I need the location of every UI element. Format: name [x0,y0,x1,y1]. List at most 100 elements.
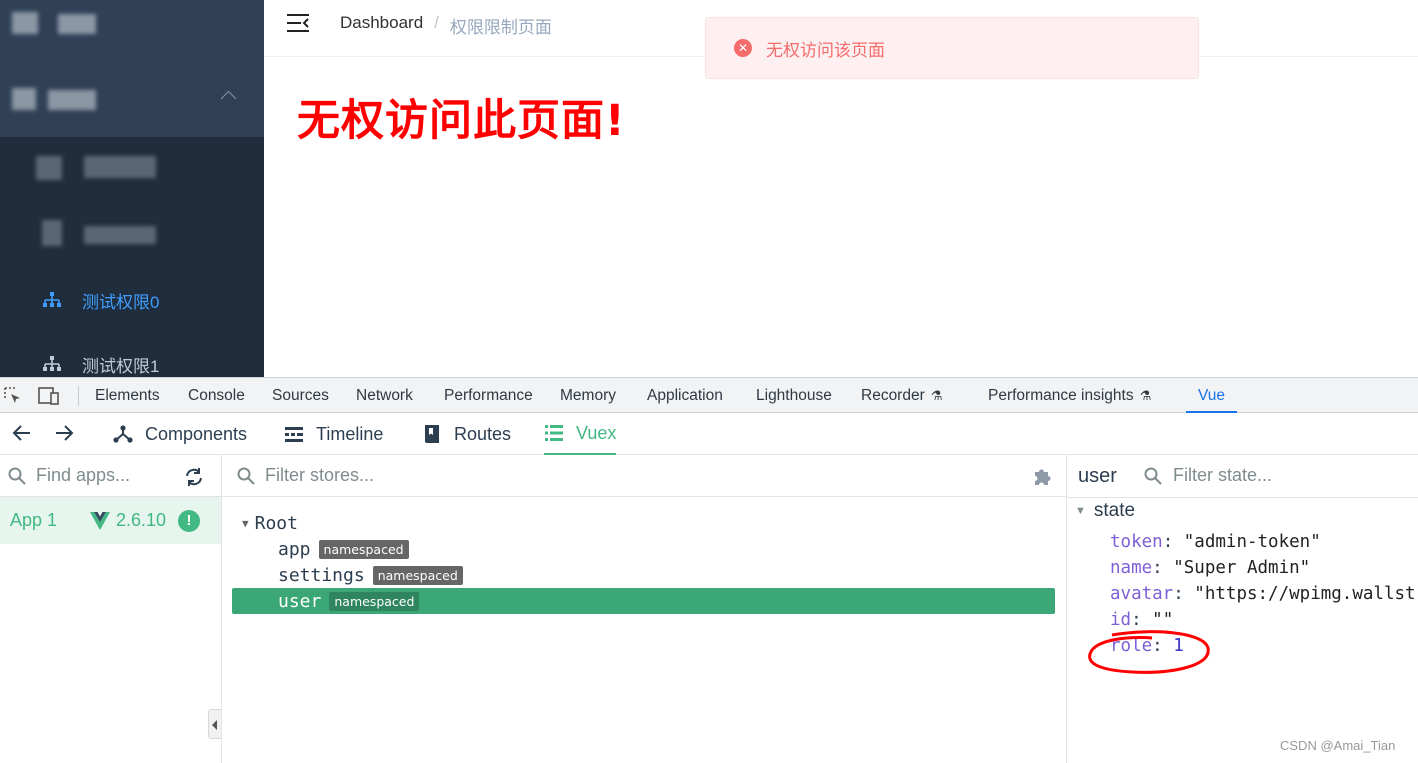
vue-tab-label: Vuex [576,422,617,443]
back-arrow-icon[interactable] [12,424,32,442]
module-name: app [278,538,311,560]
namespaced-badge: namespaced [318,539,409,559]
store-module-app[interactable]: app namespaced [232,536,1055,562]
blurred-logo [12,12,38,34]
breadcrumb: Dashboard / 权限限制页面 [340,13,552,38]
device-toolbar-icon[interactable] [38,387,60,405]
red-hand-drawn-circle-annotation [1088,630,1210,674]
app-version-text: 2.6.10 [116,510,167,530]
sidebar-header [0,0,264,137]
store-module-settings[interactable]: settings namespaced [232,562,1055,588]
sitemap-icon [43,356,61,371]
state-value: "" [1152,610,1174,630]
flask-icon: ⚗ [930,388,943,403]
book-icon [425,425,439,443]
stores-search-input[interactable]: Filter stores... [265,465,374,486]
app-version: 2.6.10 [90,510,166,531]
tab-lighthouse[interactable]: Lighthouse [756,378,832,413]
hamburger-menu-icon[interactable] [286,12,310,34]
tab-recorder-label: Recorder [861,387,925,404]
breadcrumb-dashboard[interactable]: Dashboard [340,13,423,38]
tab-sources[interactable]: Sources [272,378,329,413]
tab-memory[interactable]: Memory [560,378,616,413]
state-entry-token[interactable]: token: "admin-token" [1110,532,1321,552]
divider [78,386,79,406]
sidebar-item-permission-0[interactable]: 测试权限0 [0,275,264,325]
sidebar-item-permission-1[interactable]: 测试权限1 [0,339,264,377]
watermark: CSDN @Amai_Tian [1280,738,1396,753]
state-entry-avatar[interactable]: avatar: "https://wpimg.wallst [1110,584,1416,604]
vue-tab-components[interactable]: Components [113,413,247,455]
search-icon [8,467,26,485]
tab-performance-insights-label: Performance insights [988,387,1134,404]
blurred-icon [36,156,62,180]
toast-message: 无权访问该页面 [766,40,885,60]
collapse-pane-handle[interactable] [208,709,221,739]
apps-pane: Find apps... App 1 2.6.10 ! [0,455,222,763]
sidebar: 测试权限0 测试权限1 [0,0,264,377]
stores-search[interactable]: Filter stores... [222,455,1066,497]
expand-triangle-icon[interactable]: ▼ [1075,505,1086,517]
chevron-up-icon[interactable] [220,90,237,107]
sidebar-item-label: 测试权限0 [82,292,160,312]
search-icon [237,467,255,485]
divider [1067,497,1418,498]
blurred-icon [42,220,62,246]
blurred-text [58,14,96,34]
module-name: settings [278,564,365,586]
tab-application[interactable]: Application [647,378,723,413]
vue-logo-icon [90,511,110,530]
tab-console[interactable]: Console [188,378,245,413]
store-module-user[interactable]: user namespaced [232,588,1055,614]
state-search-input[interactable]: Filter state... [1173,465,1272,486]
tab-recorder[interactable]: Recorder ⚗ [861,378,942,413]
state-entry-id[interactable]: id: "" [1110,610,1173,630]
state-key: name [1110,558,1153,578]
search-icon [1144,467,1162,485]
state-key: avatar [1110,584,1174,604]
refresh-icon[interactable] [184,467,204,487]
close-circle-icon: ✕ [734,39,752,57]
state-inspector-pane: user Filter state... ▼ state token: "adm… [1067,455,1418,763]
tab-performance[interactable]: Performance [444,378,533,413]
sidebar-item-label: 测试权限1 [82,356,160,376]
puzzle-icon[interactable] [1032,466,1054,488]
tab-performance-insights[interactable]: Performance insights ⚗ [988,378,1151,413]
vue-tab-timeline[interactable]: Timeline [284,413,383,455]
selected-store-name: user [1078,465,1117,487]
tab-vue[interactable]: Vue [1186,378,1238,413]
warning-icon[interactable]: ! [178,510,200,532]
tree-root[interactable]: ▼ Root [232,510,1055,536]
namespaced-badge: namespaced [329,591,420,611]
forward-arrow-icon[interactable] [54,424,74,442]
apps-search-input[interactable]: Find apps... [36,465,130,486]
state-value: "https://wpimg.wallst [1194,584,1416,604]
blurred-icon [12,88,36,110]
blurred-text [48,90,96,110]
inspect-element-icon[interactable] [3,386,23,406]
state-value: "Super Admin" [1173,558,1311,578]
breadcrumb-separator: / [434,13,439,32]
state-value: "admin-token" [1183,532,1321,552]
vue-devtools-toolbar: Components Timeline Routes Vuex [0,413,1418,455]
vue-tab-label: Components [145,423,248,444]
error-toast: ✕ 无权访问该页面 [705,17,1199,79]
state-entry-name[interactable]: name: "Super Admin" [1110,558,1310,578]
app-list-item[interactable]: App 1 2.6.10 ! [0,497,221,544]
devtools-tab-bar: Elements Console Sources Network Perform… [0,377,1418,413]
module-name: user [278,590,322,612]
blurred-text [84,226,156,244]
tab-elements[interactable]: Elements [95,378,160,413]
apps-search[interactable]: Find apps... [0,455,221,497]
state-section-header[interactable]: ▼ state [1075,500,1135,522]
expand-triangle-icon[interactable]: ▼ [242,517,249,530]
tree-root-label: Root [254,512,298,534]
tab-network[interactable]: Network [356,378,413,413]
app-name: App 1 [10,510,58,530]
vue-tab-routes[interactable]: Routes [422,413,511,455]
blurred-text [84,156,156,178]
stores-pane: Filter stores... ▼ Root app namespaced s… [222,455,1067,763]
state-key: token [1110,532,1163,552]
state-key: id [1110,610,1132,630]
vue-tab-vuex[interactable]: Vuex [544,413,617,455]
